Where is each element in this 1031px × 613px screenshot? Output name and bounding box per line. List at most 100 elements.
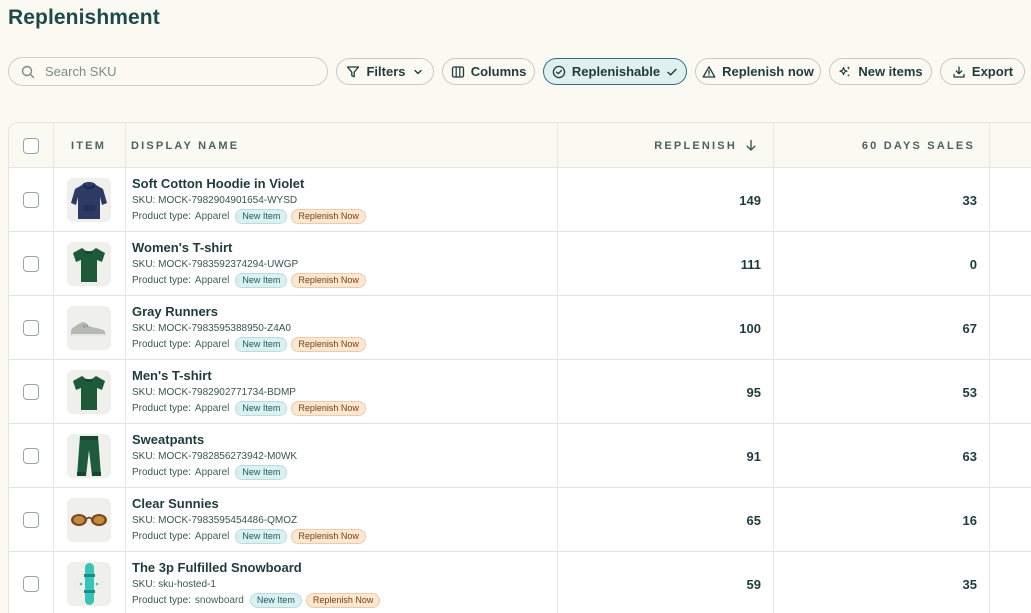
replenish-now-badge: Replenish Now (291, 401, 366, 416)
toolbar: Search SKU Filters Columns Replenishable… (8, 57, 1031, 86)
product-name[interactable]: Men's T-shirt (132, 368, 366, 384)
product-sku: SKU: sku-hosted-1 (132, 578, 380, 592)
product-thumbnail[interactable] (67, 434, 111, 478)
replenish-value: 91 (746, 448, 761, 464)
header-60-days-sales[interactable]: 60 DAYS SALES (789, 123, 975, 168)
search-placeholder: Search SKU (45, 64, 117, 79)
check-circle-icon (552, 65, 566, 79)
sales-60-value: 67 (962, 320, 977, 336)
column-divider (989, 123, 990, 613)
select-all-cell (23, 123, 39, 168)
warning-icon (702, 65, 716, 79)
product-type: Product type: Apparel New Item Replenish No… (132, 273, 366, 289)
replenish-value: 111 (740, 256, 761, 272)
product-thumbnail[interactable] (67, 562, 111, 606)
search-input[interactable]: Search SKU (8, 57, 328, 86)
row-checkbox[interactable] (23, 256, 39, 272)
columns-button[interactable]: Columns (442, 58, 535, 85)
product-thumbnail[interactable] (67, 242, 111, 286)
replenish-now-badge: Replenish Now (305, 593, 381, 608)
sku-label: SKU: (132, 578, 156, 590)
product-thumbnail[interactable] (67, 370, 111, 414)
tshirt-icon (70, 372, 108, 412)
new-items-button[interactable]: New items (829, 58, 932, 85)
product-thumbnail[interactable] (67, 178, 111, 222)
replenish-now-badge: Replenish Now (291, 273, 366, 288)
replenish-value: 59 (746, 576, 761, 592)
header-item[interactable]: ITEM (71, 123, 106, 168)
columns-label: Columns (470, 64, 527, 79)
column-divider (773, 123, 774, 613)
sales-60-cell: 35 (789, 552, 977, 613)
select-all-checkbox[interactable] (23, 137, 39, 154)
export-label: Export (971, 64, 1014, 79)
display-name-cell: The 3p Fulfilled Snowboard SKU: sku-hoste… (132, 552, 381, 613)
row-checkbox[interactable] (23, 448, 39, 464)
replenish-value: 100 (739, 320, 761, 336)
product-type-label: Product type: (132, 466, 191, 478)
sku-value: MOCK-7982904901654-WYSD (158, 194, 298, 206)
product-thumbnail[interactable] (67, 306, 111, 350)
product-name[interactable]: Sweatpants (132, 432, 297, 448)
display-name-cell: Sweatpants SKU: MOCK-7982856273942-M0WK Pr… (132, 424, 297, 488)
column-divider (557, 123, 558, 613)
shoe-icon (69, 316, 109, 340)
header-replenish[interactable]: REPLENISH (569, 123, 757, 168)
table-row[interactable]: Clear Sunnies SKU: MOCK-7983595454486-QMO… (9, 488, 1031, 552)
sunglasses-icon (69, 511, 109, 529)
product-sku: SKU: MOCK-7983592374294-UWGP (132, 258, 366, 272)
product-name[interactable]: The 3p Fulfilled Snowboard (132, 560, 380, 576)
table-row[interactable]: Women's T-shirt SKU: MOCK-7983592374294-U… (9, 232, 1031, 296)
header-replenish-label: REPLENISH (654, 139, 737, 152)
item-image-cell (67, 424, 111, 488)
product-name[interactable]: Women's T-shirt (132, 240, 366, 256)
table-row[interactable]: Men's T-shirt SKU: MOCK-7982902771734-BDM… (9, 360, 1031, 424)
row-checkbox[interactable] (23, 384, 39, 400)
sku-value: sku-hosted-1 (158, 578, 216, 590)
row-checkbox[interactable] (23, 320, 39, 336)
pants-icon (74, 434, 104, 478)
filters-label: Filters (366, 64, 406, 79)
row-checkbox[interactable] (23, 576, 39, 592)
product-name[interactable]: Gray Runners (132, 304, 366, 320)
product-name[interactable]: Soft Cotton Hoodie in Violet (132, 176, 366, 192)
table-row[interactable]: The 3p Fulfilled Snowboard SKU: sku-hoste… (9, 552, 1031, 613)
product-sku: SKU: MOCK-7982902771734-BDMP (132, 386, 366, 400)
product-name[interactable]: Clear Sunnies (132, 496, 366, 512)
sku-value: MOCK-7983595454486-QMOZ (158, 514, 298, 526)
table-row[interactable]: Gray Runners SKU: MOCK-7983595388950-Z4A0… (9, 296, 1031, 360)
product-type: Product type: Apparel New Item Replenish No… (132, 529, 366, 545)
product-type-value: Apparel (194, 530, 230, 542)
columns-icon (451, 65, 465, 79)
replenishable-label: Replenishable (571, 64, 661, 79)
export-button[interactable]: Export (940, 58, 1025, 85)
header-display-name[interactable]: DISPLAY NAME (131, 123, 239, 168)
product-type: Product type: Apparel New Item Replenish No… (132, 337, 366, 353)
table-row[interactable]: Sweatpants SKU: MOCK-7982856273942-M0WK Pr… (9, 424, 1031, 488)
sku-label: SKU: (132, 514, 156, 526)
new-item-badge: New Item (235, 337, 288, 352)
display-name-cell: Women's T-shirt SKU: MOCK-7983592374294-U… (132, 232, 366, 296)
sort-arrow-down-icon (745, 139, 757, 152)
sales-60-cell: 16 (789, 488, 977, 552)
replenish-now-button[interactable]: Replenish now (695, 58, 821, 85)
filters-button[interactable]: Filters (336, 58, 434, 85)
sales-60-value: 0 (969, 256, 977, 272)
sales-60-value: 16 (962, 512, 977, 528)
replenishable-toggle[interactable]: Replenishable (543, 58, 687, 85)
product-type: Product type: Apparel New Item Replenish No… (132, 209, 366, 225)
row-checkbox[interactable] (23, 192, 39, 208)
table-row[interactable]: Soft Cotton Hoodie in Violet SKU: MOCK-79… (9, 168, 1031, 232)
sales-60-value: 35 (962, 576, 977, 592)
sku-label: SKU: (132, 258, 156, 270)
display-name-cell: Gray Runners SKU: MOCK-7983595388950-Z4A0… (132, 296, 366, 360)
row-checkbox[interactable] (23, 512, 39, 528)
sku-value: MOCK-7982856273942-M0WK (158, 450, 298, 462)
replenish-cell: 65 (569, 488, 761, 552)
product-thumbnail[interactable] (67, 498, 111, 542)
sku-label: SKU: (132, 322, 156, 334)
table-header: ITEM DISPLAY NAME REPLENISH 60 DAYS SALE… (9, 123, 1031, 168)
new-item-badge: New Item (235, 465, 288, 480)
search-icon (21, 65, 35, 79)
row-select-cell (23, 424, 39, 488)
